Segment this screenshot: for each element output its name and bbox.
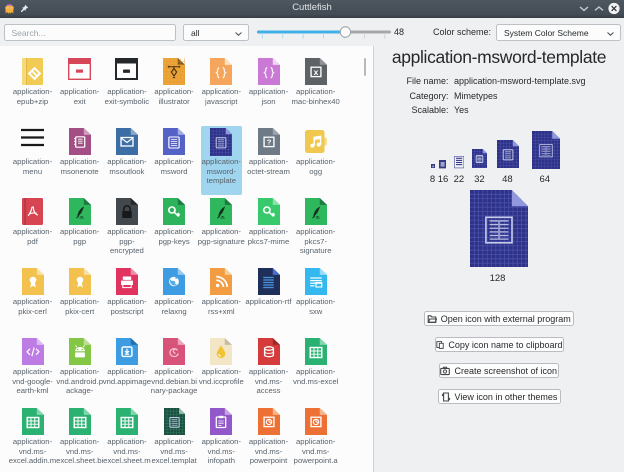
svg-text:x: x [313, 67, 318, 76]
svg-text:?: ? [266, 137, 271, 146]
